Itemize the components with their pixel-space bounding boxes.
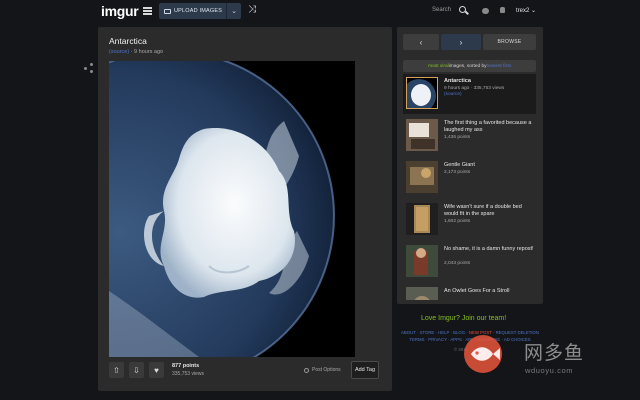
share-icon[interactable] <box>84 63 93 73</box>
list-item[interactable]: The first thing a favorited because a la… <box>403 116 536 156</box>
post-views: 335,753 views <box>172 371 204 377</box>
messages-icon[interactable] <box>482 8 489 14</box>
thumbnail <box>406 245 438 277</box>
list-item[interactable]: An Owlet Goes For a Stroll <box>403 284 536 300</box>
chevron-down-icon[interactable]: ⌄ <box>226 3 241 19</box>
post-panel: Antarctica (source) · 9 hours ago ⇧ ⇩ ♥ … <box>98 27 392 391</box>
thumbnail <box>406 119 438 151</box>
list-item[interactable]: Antarctica 9 hours ago · 335,753 views (… <box>403 74 536 114</box>
footer-link-apps[interactable]: APPS <box>450 337 461 342</box>
watermark-text: 网多鱼 <box>524 342 585 364</box>
footer-link-privacy[interactable]: PRIVACY <box>428 337 446 342</box>
sort-filter[interactable]: newest first <box>487 64 511 69</box>
upvote-button[interactable]: ⇧ <box>109 362 124 378</box>
top-bar: imgur UPLOAD IMAGES ⌄ ⤨ Search trex2 ⌄ <box>0 0 640 24</box>
search-label[interactable]: Search <box>432 7 451 13</box>
list-item[interactable]: Gentle Giant 2,173 points <box>403 158 536 198</box>
source-link[interactable]: (source) <box>109 49 129 55</box>
post-image[interactable] <box>109 61 355 357</box>
sidebar: ‹ › BROWSE most viral images, sorted by … <box>397 27 543 304</box>
upload-images-button[interactable]: UPLOAD IMAGES ⌄ <box>159 3 241 19</box>
gear-icon <box>304 367 309 373</box>
footer-link-store[interactable]: STORE <box>420 330 435 335</box>
imgur-logo[interactable]: imgur <box>101 3 139 19</box>
search-icon[interactable] <box>459 6 466 13</box>
post-footer: ⇧ ⇩ ♥ 877 points 335,753 views Post Opti… <box>109 360 381 382</box>
section-filter[interactable]: most viral <box>428 64 449 69</box>
source-link[interactable]: (source) <box>444 92 534 98</box>
gallery-list: Antarctica 9 hours ago · 335,753 views (… <box>403 74 536 300</box>
footer-link-help[interactable]: HELP <box>438 330 449 335</box>
post-meta: (source) · 9 hours ago <box>109 49 163 55</box>
join-team-link[interactable]: Love Imgur? Join our team! <box>421 315 506 322</box>
favorite-button[interactable]: ♥ <box>149 362 164 378</box>
browse-button[interactable]: BROWSE <box>483 34 536 50</box>
thumbnail <box>406 77 438 109</box>
watermark-url: wduoyu.com <box>525 366 574 375</box>
add-tag-button[interactable]: Add Tag <box>351 361 379 379</box>
username-menu[interactable]: trex2 ⌄ <box>516 7 536 14</box>
post-title: Antarctica <box>109 36 147 46</box>
notifications-icon[interactable] <box>500 7 505 13</box>
next-button[interactable]: › <box>441 34 481 50</box>
upload-label: UPLOAD IMAGES <box>174 8 223 14</box>
camera-icon <box>164 8 171 14</box>
list-item[interactable]: No shame, it is a damn funny repost! 2,0… <box>403 242 536 282</box>
sort-bar: most viral images, sorted by newest firs… <box>403 60 536 72</box>
footer-link-terms[interactable]: TERMS <box>409 337 424 342</box>
thumbnail <box>406 287 438 300</box>
downvote-button[interactable]: ⇩ <box>129 362 144 378</box>
thumbnail <box>406 161 438 193</box>
post-options-button[interactable]: Post Options <box>304 367 341 373</box>
shuffle-icon[interactable]: ⤨ <box>248 5 256 15</box>
antarctica-image <box>109 61 355 357</box>
list-item[interactable]: Wife wasn't sure if a double bed would f… <box>403 200 536 240</box>
previous-button[interactable]: ‹ <box>403 34 439 50</box>
post-points: 877 points <box>172 363 200 369</box>
thumbnail <box>406 203 438 235</box>
fish-logo-icon <box>464 335 502 373</box>
footer-link-about[interactable]: ABOUT <box>401 330 416 335</box>
menu-icon[interactable] <box>143 7 152 15</box>
post-time: · 9 hours ago <box>129 49 164 55</box>
